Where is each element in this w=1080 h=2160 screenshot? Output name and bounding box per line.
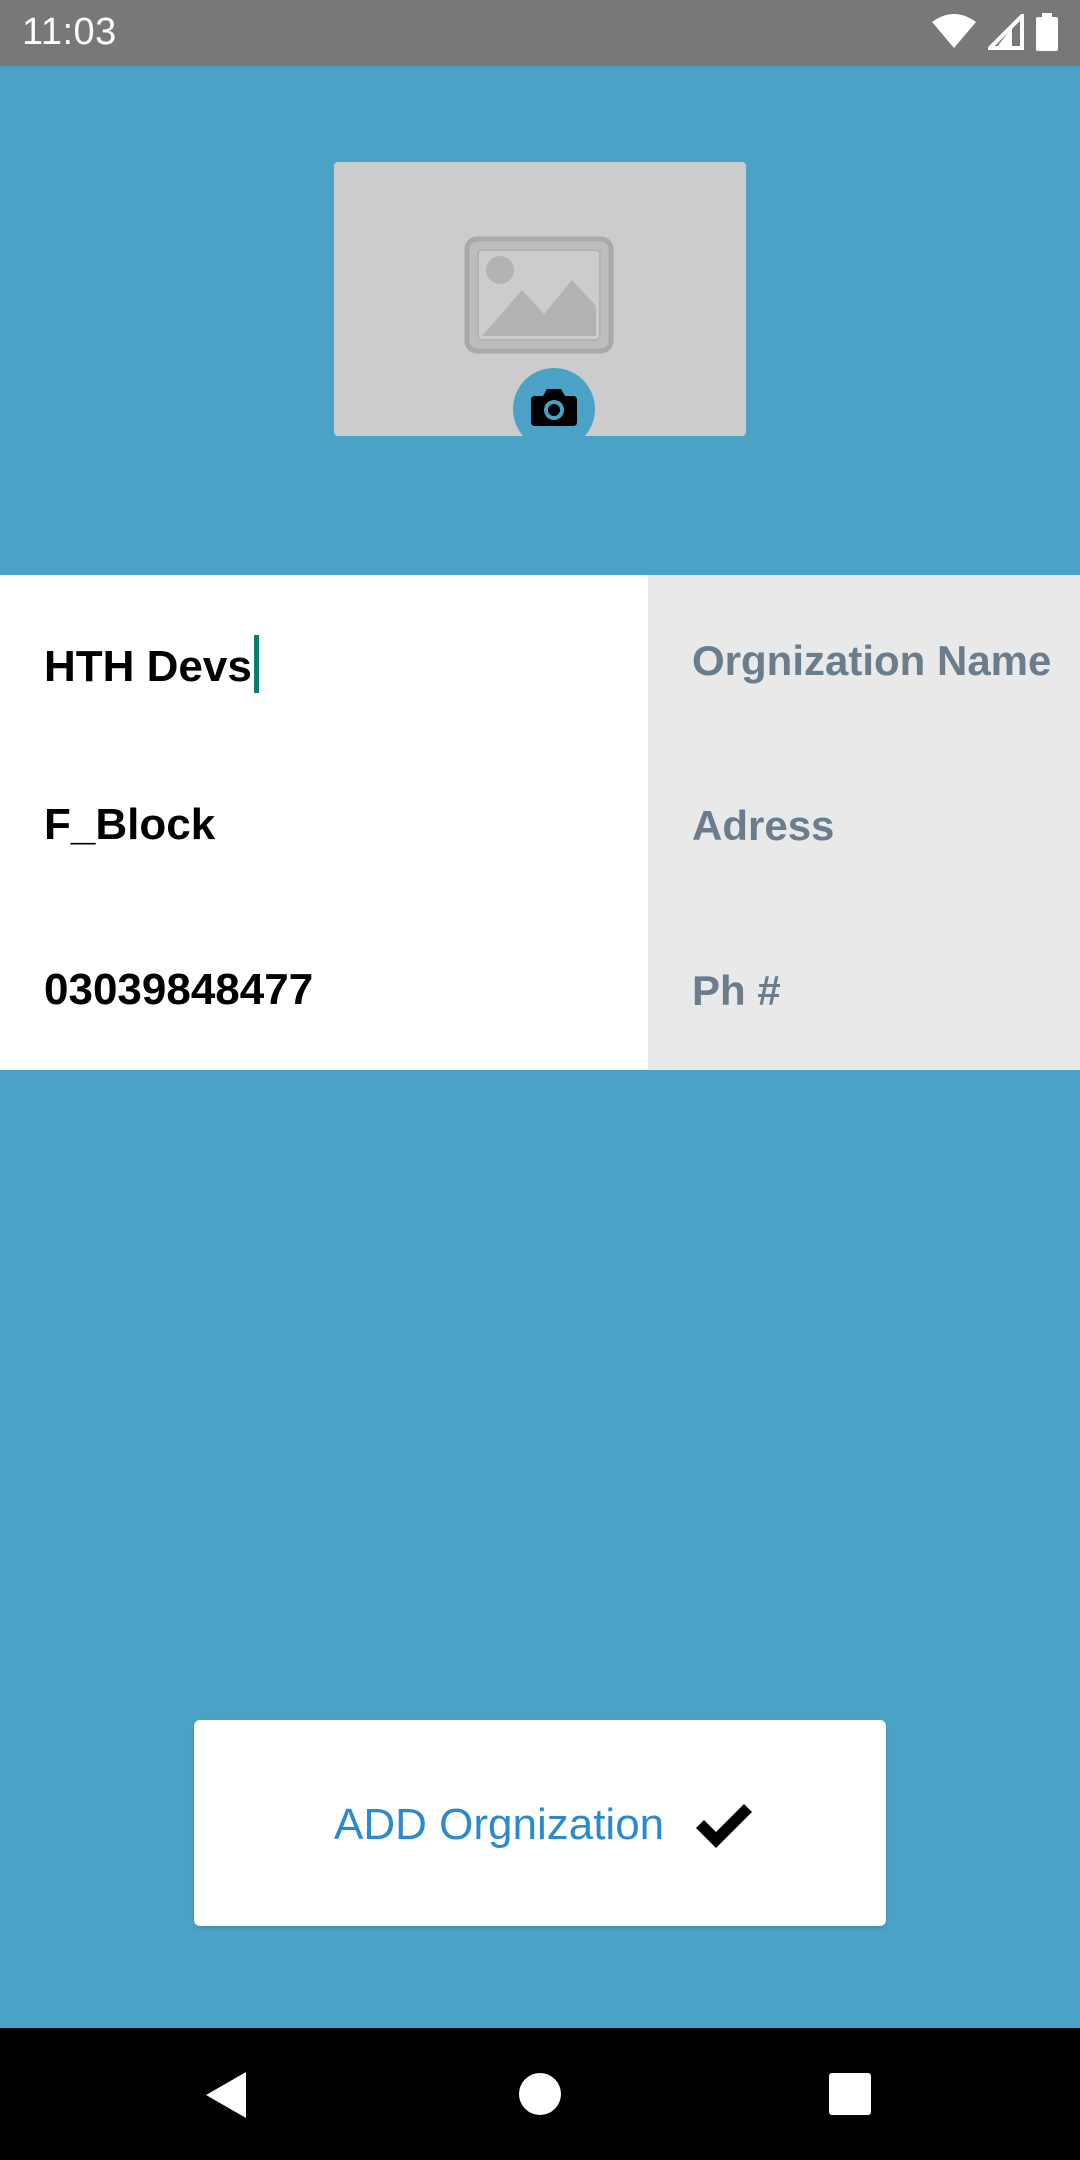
address-label: Adress [692,802,835,849]
organization-name-field[interactable]: HTH Devs [0,575,648,740]
phone-label: Ph # [692,967,781,1014]
cellular-signal-icon [985,10,1024,55]
home-icon[interactable] [519,2073,561,2115]
form-values-column: HTH Devs F_Block 03039848477 [0,575,648,1070]
status-time: 11:03 [22,11,117,53]
navigation-bar [0,2028,1080,2160]
text-cursor [253,635,259,693]
add-organization-screen: HTH Devs F_Block 03039848477 Orgnization… [0,66,1080,2028]
battery-icon [1036,12,1058,56]
recents-icon[interactable] [829,2073,871,2115]
phone-value: 03039848477 [44,965,314,1014]
camera-button[interactable] [513,368,595,450]
camera-icon [531,389,577,426]
address-label-row: Adress [648,740,1080,905]
wifi-icon [932,13,976,55]
phone-field[interactable]: 03039848477 [0,905,648,1070]
phone-label-row: Ph # [648,905,1080,1070]
back-icon[interactable] [204,2070,248,2120]
status-bar: 11:03 [0,0,1080,66]
status-icons [932,10,1058,56]
add-organization-button[interactable]: ADD Orgnization [194,1720,886,1926]
check-icon [696,1804,752,1848]
form-labels-column: Orgnization Name Adress Ph # [648,575,1080,1070]
address-value: F_Block [44,800,216,849]
organization-name-label-row: Orgnization Name [648,575,1080,740]
image-placeholder-icon [464,236,614,354]
organization-name-label: Orgnization Name [692,637,1052,684]
address-field[interactable]: F_Block [0,740,648,905]
organization-name-value: HTH Devs [44,642,252,691]
organization-form: HTH Devs F_Block 03039848477 Orgnization… [0,575,1080,1070]
add-organization-label: ADD Orgnization [334,1800,665,1849]
